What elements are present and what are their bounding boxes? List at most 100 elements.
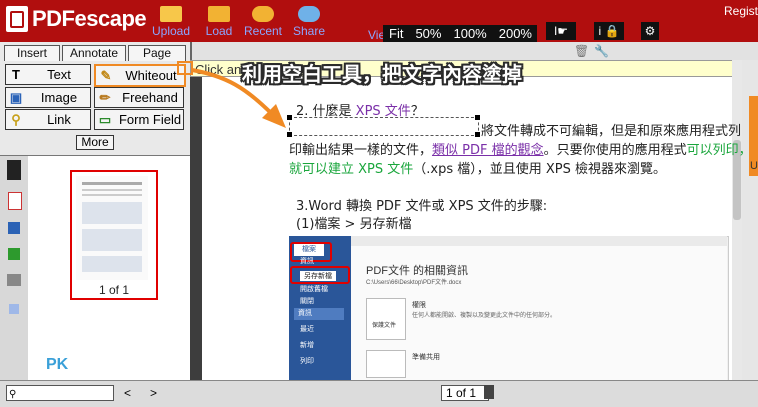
upload-label: Upload [151, 24, 191, 38]
doc-line-3-highlight: 可以列印， [686, 143, 752, 158]
embedded-menu-info2: 資訊 [294, 308, 344, 320]
thumbnail-preview [76, 176, 148, 280]
trash-icon[interactable]: 🗑 [574, 44, 589, 58]
print-icon[interactable] [7, 274, 21, 286]
whiteout-box[interactable] [289, 117, 479, 136]
share-prep-icon [366, 350, 406, 378]
resize-handle[interactable] [475, 115, 480, 120]
embedded-menu-info: 資訊 [300, 258, 314, 265]
thumbnail-caption: 1 of 1 [98, 283, 130, 297]
watermark-logo: PK [46, 356, 69, 373]
doc-line-3: 印輸出結果一樣的文件，類似 PDF 檔的觀念。只要你使用的應用程式可以列印， [289, 139, 752, 158]
load-button[interactable]: Load [196, 6, 242, 42]
settings-button[interactable]: ⚙ [641, 22, 659, 40]
freehand-tool-label: Freehand [122, 90, 178, 105]
side-icon-strip [0, 156, 28, 380]
more-tools-button[interactable]: More [76, 135, 114, 150]
doc-line-4: 就可以建立 XPS 文件（.xps 檔），並且使用 XPS 檢視器來瀏覽。 [289, 158, 666, 177]
highlight-saveas [290, 266, 350, 284]
link-tool-label: Link [47, 112, 71, 127]
pdf-file-icon[interactable] [8, 192, 22, 210]
page-settings-icon[interactable] [9, 304, 19, 314]
right-panel-letter: U [750, 160, 758, 172]
whiteout-icon: ✎ [100, 67, 112, 83]
embedded-info-pane [351, 236, 727, 380]
form-field-tool-label: Form Field [118, 112, 182, 127]
app-logo: PDFescape [6, 6, 147, 32]
page-icon[interactable] [7, 160, 21, 180]
share-icon [298, 6, 320, 22]
folder-icon [208, 6, 230, 22]
doc-line-3-a: 印輸出結果一樣的文件， [289, 143, 433, 158]
embedded-path: C:\Users\66\Desktop\PDF文件.docx [366, 280, 462, 286]
doc-line-4-rest: （.xps 檔），並且使用 XPS 檢視器來瀏覽。 [413, 162, 667, 177]
text-tool-label: Text [47, 67, 71, 82]
resize-handle[interactable] [475, 132, 480, 137]
link-tool-button[interactable]: ⚲ Link [5, 109, 91, 130]
doc-subheading: (1)檔案 > 另存新檔 [296, 217, 412, 232]
embedded-menu-close: 關閉 [300, 298, 314, 305]
doc-line-3-link: 類似 PDF 檔的觀念 [432, 143, 544, 158]
search-input[interactable]: ⚲ [6, 385, 114, 401]
cursor-icon: I☛ [553, 24, 569, 38]
zoom-controls: Fit 50% 100% 200% [383, 25, 537, 42]
next-page-button[interactable]: > [150, 386, 157, 400]
embedded-menu-recent: 最近 [300, 326, 314, 333]
image-tool-label: Image [40, 90, 78, 105]
permissions-text: 任何人都能開啟、複製以及變更此文件中的任何部分。 [412, 313, 557, 319]
doc-line-3-c: 。只要你使用的應用程式 [543, 143, 687, 158]
embedded-ribbon [351, 236, 727, 246]
text-icon: T [12, 66, 20, 82]
form-field-icon: ▭ [98, 111, 112, 127]
search-icon: ⚲ [9, 389, 17, 400]
recent-icon [252, 6, 274, 22]
pencil-icon: ✏ [99, 89, 111, 105]
recent-button[interactable]: Recent [240, 6, 286, 42]
zoom-fit-button[interactable]: Fit [383, 26, 409, 41]
save-icon[interactable] [8, 222, 20, 234]
annotation-banner: 利用空白工具，把文字內容塗掉 [242, 64, 522, 86]
whiteout-tool-button[interactable]: ✎ Whiteout [94, 64, 186, 87]
wrench-icon[interactable]: 🔧 [594, 44, 609, 58]
vertical-scrollbar[interactable] [732, 60, 742, 380]
image-tool-button[interactable]: ▣ Image [5, 87, 91, 108]
tab-annotate[interactable]: Annotate [62, 45, 126, 61]
gear-icon: ⚙ [644, 24, 656, 38]
annotation-arrow-start-icon [177, 61, 193, 75]
prev-page-button[interactable]: < [124, 386, 131, 400]
select-tool-button[interactable]: I☛ [546, 22, 576, 40]
share-button[interactable]: Share [286, 6, 332, 42]
share-label: Share [292, 24, 326, 38]
link-icon: ⚲ [11, 111, 21, 127]
upload-button[interactable]: Upload [148, 6, 194, 42]
text-tool-button[interactable]: T Text [5, 64, 91, 85]
image-icon: ▣ [9, 89, 23, 105]
tab-insert[interactable]: Insert [4, 45, 60, 61]
doc-line-2: 將文件轉成不可編輯，但是和原來應用程式列 [481, 124, 742, 139]
freehand-tool-button[interactable]: ✏ Freehand [94, 87, 184, 108]
zoom-200-button[interactable]: 200% [493, 26, 538, 41]
permissions-label: 權限 [412, 302, 426, 309]
page-dropdown-chevron-icon[interactable] [484, 385, 494, 399]
embedded-title: PDF文件 的相關資訊 [366, 265, 469, 277]
whiteout-tool-label: Whiteout [125, 68, 177, 83]
zoom-100-button[interactable]: 100% [447, 26, 492, 41]
form-field-tool-button[interactable]: ▭ Form Field [94, 109, 184, 130]
load-label: Load [205, 24, 233, 38]
upload-icon [160, 6, 182, 22]
share-prep-label: 準備共用 [412, 354, 440, 361]
register-link[interactable]: Regist [724, 4, 758, 18]
embedded-menu-open: 開啟舊檔 [300, 286, 328, 293]
page-selector[interactable]: 1 of 1 [441, 385, 489, 401]
app-brand: PDFescape [32, 6, 147, 31]
pdf-logo-icon [6, 6, 28, 32]
zoom-50-button[interactable]: 50% [409, 26, 447, 41]
doc-heading: 3.Word 轉換 PDF 文件或 XPS 文件的步驟: [296, 199, 548, 214]
info-icon: i 🔒 [598, 24, 620, 38]
doc-line-4-highlight: 就可以建立 XPS 文件 [289, 162, 414, 177]
embedded-menu-new: 新增 [300, 342, 314, 349]
embedded-menu-print: 列印 [300, 358, 314, 365]
download-icon[interactable] [8, 248, 20, 260]
protect-document-button [366, 298, 406, 340]
info-lock-button[interactable]: i 🔒 [594, 22, 624, 40]
